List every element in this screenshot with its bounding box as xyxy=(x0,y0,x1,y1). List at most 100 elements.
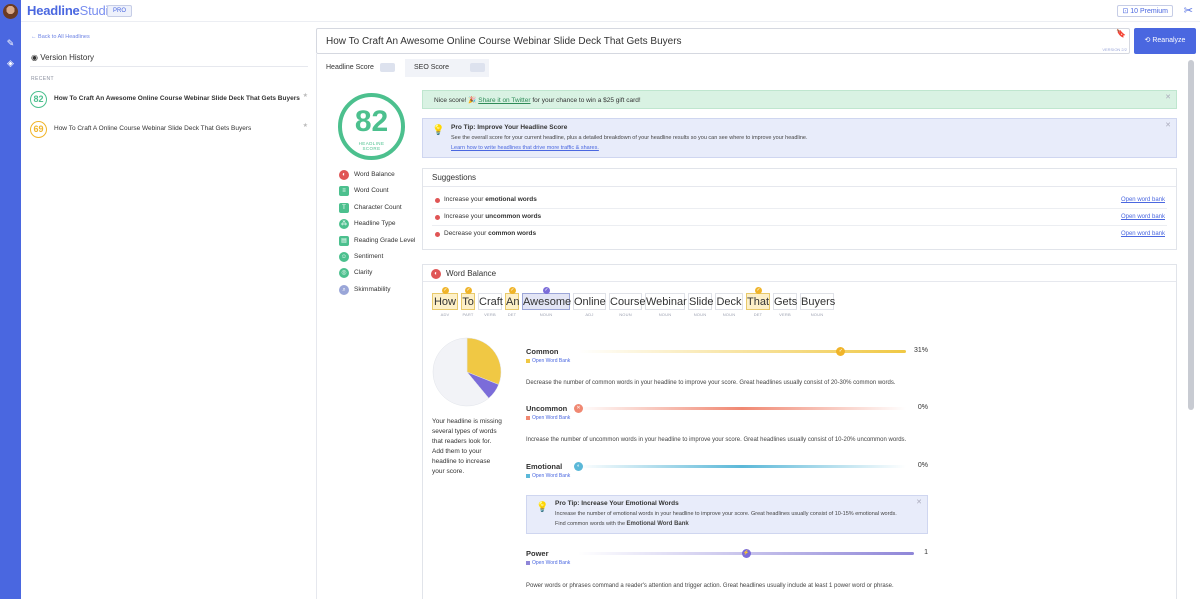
divider xyxy=(316,54,317,599)
recent-label: RECENT xyxy=(31,76,54,82)
part-of-speech-label: NOUN xyxy=(658,312,672,317)
tools-icon[interactable]: ✂ xyxy=(1184,4,1193,17)
power-mark-icon: ✓ xyxy=(543,287,550,294)
close-icon[interactable]: ✕ xyxy=(916,498,922,506)
criteria-clarity[interactable]: ◎ Clarity xyxy=(339,268,419,278)
suggestion-item: Increase your uncommon words Open word ba… xyxy=(432,210,1167,226)
close-icon[interactable]: ✕ xyxy=(1165,93,1171,101)
pro-tip-body: See the overall score for your current h… xyxy=(451,135,808,141)
tab-headline-score[interactable]: Headline Score xyxy=(317,59,405,77)
nice-score-text: Nice score! 🎉 Share it on Twitter for yo… xyxy=(434,97,641,104)
part-of-speech-label: PART xyxy=(462,312,474,317)
bookmark-icon[interactable]: 🔖 xyxy=(1116,29,1126,38)
layers-icon[interactable]: ◈ xyxy=(5,58,16,69)
part-of-speech-label: ADV xyxy=(440,312,450,317)
part-of-speech-label: NOUN xyxy=(722,312,736,317)
criteria-reading-grade[interactable]: ▤ Reading Grade Level xyxy=(339,236,419,246)
logo[interactable]: HeadlineStudio xyxy=(27,3,115,18)
uncommon-bar xyxy=(578,407,906,410)
reanalyze-button[interactable]: ⟲ Reanalyze xyxy=(1134,28,1196,54)
open-word-bank-link[interactable]: Open word bank xyxy=(1121,197,1165,203)
open-word-bank-link[interactable]: Open Word Bank xyxy=(526,560,570,566)
emotional-slider-knob: ◐ xyxy=(574,462,583,471)
word-chip: To ✓ xyxy=(461,287,475,310)
open-word-bank-link[interactable]: Open word bank xyxy=(1121,214,1165,220)
tab-seo-score[interactable]: SEO Score xyxy=(405,59,489,77)
headline-input[interactable]: How To Craft An Awesome Online Course We… xyxy=(316,28,1130,54)
word-chip: Gets xyxy=(773,293,797,310)
left-nav-rail: ✎ ◈ xyxy=(0,0,21,599)
criteria-skimmability[interactable]: ⌕ Skimmability xyxy=(339,285,419,295)
score-tabs: Headline Score SEO Score xyxy=(317,59,489,77)
divider xyxy=(30,66,308,67)
history-item[interactable]: 82 How To Craft An Awesome Online Course… xyxy=(30,91,310,109)
uncommon-slider-knob: ✕ xyxy=(574,404,583,413)
open-word-bank-link[interactable]: Open Word Bank xyxy=(526,358,570,364)
check-icon: ✓ xyxy=(755,287,762,294)
history-item[interactable]: 69 How To Craft A Online Course Webinar … xyxy=(30,121,310,139)
power-slider-knob: ⚡ xyxy=(742,549,751,558)
reading-grade-icon: ▤ xyxy=(339,236,349,246)
nice-score-banner: Nice score! 🎉 Share it on Twitter for yo… xyxy=(422,90,1177,109)
part-of-speech-label: NOUN xyxy=(810,312,824,317)
emotional-pro-tip: 💡 Pro Tip: Increase Your Emotional Words… xyxy=(526,495,928,534)
word-chip: How ✓ xyxy=(432,287,458,310)
balance-icon: ◐ xyxy=(339,170,349,180)
pen-icon[interactable]: ✎ xyxy=(5,38,16,49)
warning-dot-icon xyxy=(435,198,440,203)
headline-type-icon: ⁂ xyxy=(339,219,349,229)
open-word-bank-link[interactable]: Open Word Bank xyxy=(526,415,570,421)
lightbulb-icon: 💡 xyxy=(536,502,549,513)
open-word-bank-link[interactable]: Open Word Bank xyxy=(526,473,570,479)
close-icon[interactable]: ✕ xyxy=(1165,121,1171,129)
history-headline: How To Craft A Online Course Webinar Sli… xyxy=(54,125,252,132)
metric-common: Common Open Word Bank ✓ 31% Decrease the… xyxy=(526,347,928,386)
suggestions-card: Suggestions Increase your emotional word… xyxy=(422,168,1177,250)
criteria-sentiment[interactable]: ☺ Sentiment xyxy=(339,252,419,262)
skimmability-icon: ⌕ xyxy=(339,285,349,295)
star-icon[interactable]: ★ xyxy=(303,92,308,99)
part-of-speech-label: ADJ xyxy=(585,312,594,317)
version-label: VERSION 2/2 xyxy=(1102,47,1127,52)
word-balance-card: ◐ Word Balance How ✓ ADV To ✓ PART Craft VERB An… xyxy=(422,264,1177,599)
open-word-bank-link[interactable]: Open word bank xyxy=(1121,231,1165,237)
pro-tip-link[interactable]: Learn how to write headlines that drive … xyxy=(451,145,599,151)
layers-icon: ◉ xyxy=(31,53,41,62)
part-of-speech-label: DET xyxy=(753,312,763,317)
criteria-word-balance[interactable]: ◐ Word Balance xyxy=(339,170,419,180)
tab-pill xyxy=(380,63,395,72)
back-link[interactable]: ← Back to All Headlines xyxy=(31,34,90,40)
check-icon: ✓ xyxy=(442,287,449,294)
check-icon: ✓ xyxy=(465,287,472,294)
top-bar: HeadlineStudio PRO ⊡ 10 Premium ✂ xyxy=(21,0,1200,22)
lightbulb-icon: 💡 xyxy=(432,125,445,136)
avatar[interactable] xyxy=(3,4,18,19)
word-chip: An ✓ xyxy=(505,287,520,310)
word-chip: Course xyxy=(609,293,645,310)
tab-pill xyxy=(470,63,485,72)
star-icon[interactable]: ★ xyxy=(303,122,308,129)
word-balance-header: ◐ Word Balance xyxy=(423,265,1176,282)
metric-power: Power Open Word Bank ⚡ 1 Power words or … xyxy=(526,549,928,589)
criteria-headline-type[interactable]: ⁂ Headline Type xyxy=(339,219,419,229)
share-twitter-link[interactable]: Share it on Twitter xyxy=(478,97,530,104)
sentiment-icon: ☺ xyxy=(339,252,349,262)
part-of-speech-label: NOUN xyxy=(693,312,707,317)
criteria-word-count[interactable]: ≡ Word Count xyxy=(339,186,419,196)
premium-button[interactable]: ⊡ 10 Premium xyxy=(1117,5,1173,17)
word-chip: Craft xyxy=(478,293,503,310)
pro-badge: PRO xyxy=(107,5,133,17)
warning-dot-icon xyxy=(435,215,440,220)
headline-text[interactable]: How To Craft An Awesome Online Course We… xyxy=(326,36,682,47)
part-of-speech-label: VERB xyxy=(484,312,496,317)
part-of-speech-label: VERB xyxy=(779,312,791,317)
word-chip: That ✓ xyxy=(746,287,770,310)
suggestions-heading: Suggestions xyxy=(432,173,477,182)
scrollbar[interactable] xyxy=(1188,60,1194,410)
criteria-character-count[interactable]: T Character Count xyxy=(339,203,419,213)
pro-tip-card: 💡 Pro Tip: Improve Your Headline Score S… xyxy=(422,118,1177,158)
character-count-icon: T xyxy=(339,203,349,213)
word-chip: Webinar xyxy=(645,293,687,310)
part-of-speech-label: DET xyxy=(507,312,517,317)
common-slider-knob: ✓ xyxy=(836,347,846,356)
